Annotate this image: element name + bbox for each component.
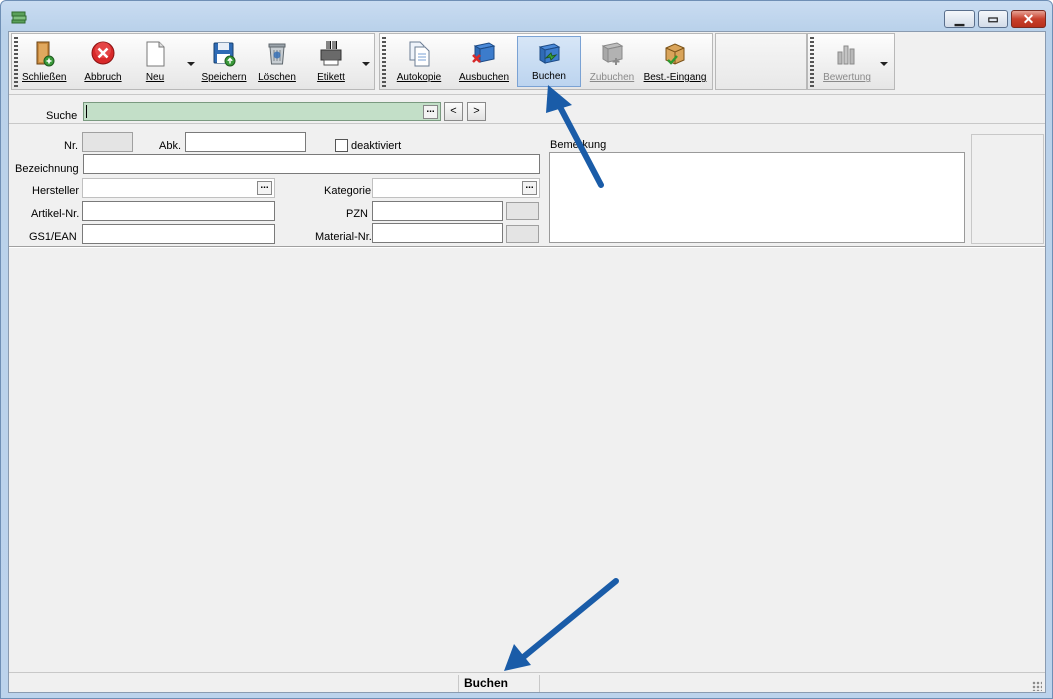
bezeichnung-label: Bezeichnung: [15, 163, 79, 175]
book-out-icon: [472, 42, 496, 63]
bemerkung-field[interactable]: [549, 152, 965, 243]
nr-field: [82, 132, 133, 152]
new-document-icon: [146, 41, 165, 67]
label-print-dropdown-arrow[interactable]: [362, 62, 370, 66]
maximize-icon: ▭: [987, 12, 999, 26]
prev-record-button[interactable]: <: [444, 102, 463, 121]
search-lookup-button[interactable]: ...: [423, 105, 438, 119]
book-add-icon: [601, 42, 624, 65]
new-button[interactable]: Neu: [134, 36, 176, 87]
gs1-field[interactable]: [82, 224, 275, 244]
close-window-label: Schließen: [22, 72, 67, 83]
bemerkung-label: Bemerkung: [550, 139, 607, 151]
copy-icon: [409, 41, 430, 67]
cancel-label: Abbruch: [84, 72, 122, 83]
close-button[interactable]: ✕: [1011, 10, 1046, 28]
nr-label: Nr.: [64, 140, 79, 152]
minimize-button[interactable]: ▁: [944, 10, 975, 28]
pzn-label: PZN: [346, 208, 368, 220]
package-receive-icon: [665, 43, 685, 65]
goods-receipt-button[interactable]: Best.-Eingang: [642, 36, 708, 87]
status-bar: Buchen: [9, 672, 1045, 693]
label-print-button[interactable]: Etikett: [309, 36, 353, 87]
bezeichnung-field[interactable]: [83, 154, 540, 174]
pzn-field[interactable]: [372, 201, 503, 221]
hersteller-field[interactable]: ...: [82, 178, 275, 198]
trash-icon: [268, 43, 286, 65]
book-out-button[interactable]: Ausbuchen: [458, 36, 510, 87]
rating-dropdown-arrow[interactable]: [880, 62, 888, 66]
title-bar[interactable]: ▁ ▭ ✕: [1, 1, 1052, 29]
gs1-label: GS1/EAN: [29, 231, 77, 243]
barcode-printer-icon: [320, 41, 342, 66]
search-label: Suche: [46, 110, 78, 122]
next-record-button[interactable]: >: [467, 102, 486, 121]
client-area: Schließen Abbruch Neu Speichern Löschen …: [8, 31, 1046, 693]
app-window: ▁ ▭ ✕ Schließen Abbruch Neu Speichern Lö…: [0, 0, 1053, 699]
kategorie-lookup-button[interactable]: ...: [522, 181, 537, 195]
form-separator: [9, 246, 1045, 248]
close-icon: ✕: [1022, 10, 1035, 27]
kategorie-label: Kategorie: [324, 185, 372, 197]
artikelnr-label: Artikel-Nr.: [31, 208, 80, 220]
image-panel[interactable]: [971, 134, 1044, 244]
label-print-label: Etikett: [317, 72, 345, 83]
book-add-label: Zubuchen: [589, 72, 635, 83]
save-icon: [213, 42, 236, 67]
resize-grip[interactable]: [1032, 681, 1042, 691]
autocopy-label: Autokopie: [396, 72, 442, 83]
toolbar-booking: Autokopie Ausbuchen Buchen Zubuchen Best…: [379, 33, 713, 90]
new-dropdown-arrow[interactable]: [187, 62, 195, 66]
status-text: Buchen: [458, 675, 540, 692]
book-in-label: Buchen: [532, 71, 566, 82]
toolbar-main: Schließen Abbruch Neu Speichern Löschen …: [11, 33, 375, 90]
toolbar-grip[interactable]: [382, 37, 386, 87]
deaktiviert-label: deaktiviert: [351, 140, 402, 152]
pzn-extra-field: [506, 202, 539, 220]
minimize-icon: ▁: [954, 12, 965, 26]
rating-label: Bewertung: [823, 72, 871, 83]
door-exit-icon: [36, 41, 55, 67]
autocopy-button[interactable]: Autokopie: [394, 36, 444, 87]
toolbar-grip[interactable]: [810, 37, 814, 87]
rating-chart-icon: [837, 45, 855, 65]
save-button[interactable]: Speichern: [201, 36, 247, 87]
app-icon: [11, 11, 27, 24]
materialnr-label: Material-Nr.: [315, 231, 372, 243]
cancel-icon: [91, 41, 115, 65]
book-out-label: Ausbuchen: [458, 72, 510, 83]
toolbar-empty: [715, 33, 807, 90]
deaktiviert-checkbox[interactable]: [335, 139, 348, 152]
materialnr-extra-field: [506, 225, 539, 243]
delete-button[interactable]: Löschen: [257, 36, 297, 87]
new-label: Neu: [145, 72, 165, 83]
kategorie-field[interactable]: ...: [372, 178, 540, 198]
close-window-button[interactable]: Schließen: [22, 36, 66, 87]
book-in-button[interactable]: Buchen: [517, 36, 581, 87]
materialnr-field[interactable]: [372, 223, 503, 243]
abk-label: Abk.: [159, 140, 182, 152]
artikelnr-field[interactable]: [82, 201, 275, 221]
hersteller-lookup-button[interactable]: ...: [257, 181, 272, 195]
book-in-icon: [538, 43, 561, 64]
hersteller-label: Hersteller: [32, 185, 80, 197]
text-cursor: [86, 105, 87, 118]
abk-field[interactable]: [185, 132, 306, 152]
toolbar-grip[interactable]: [14, 37, 18, 87]
cancel-button[interactable]: Abbruch: [82, 36, 124, 87]
book-add-button[interactable]: Zubuchen: [588, 36, 636, 87]
save-label: Speichern: [201, 72, 247, 83]
goods-receipt-label: Best.-Eingang: [643, 72, 707, 83]
toolbar-rating: Bewertung: [807, 33, 895, 90]
search-input[interactable]: ...: [83, 102, 441, 121]
delete-label: Löschen: [258, 72, 296, 83]
rating-button[interactable]: Bewertung: [818, 36, 876, 87]
maximize-button[interactable]: ▭: [978, 10, 1008, 28]
